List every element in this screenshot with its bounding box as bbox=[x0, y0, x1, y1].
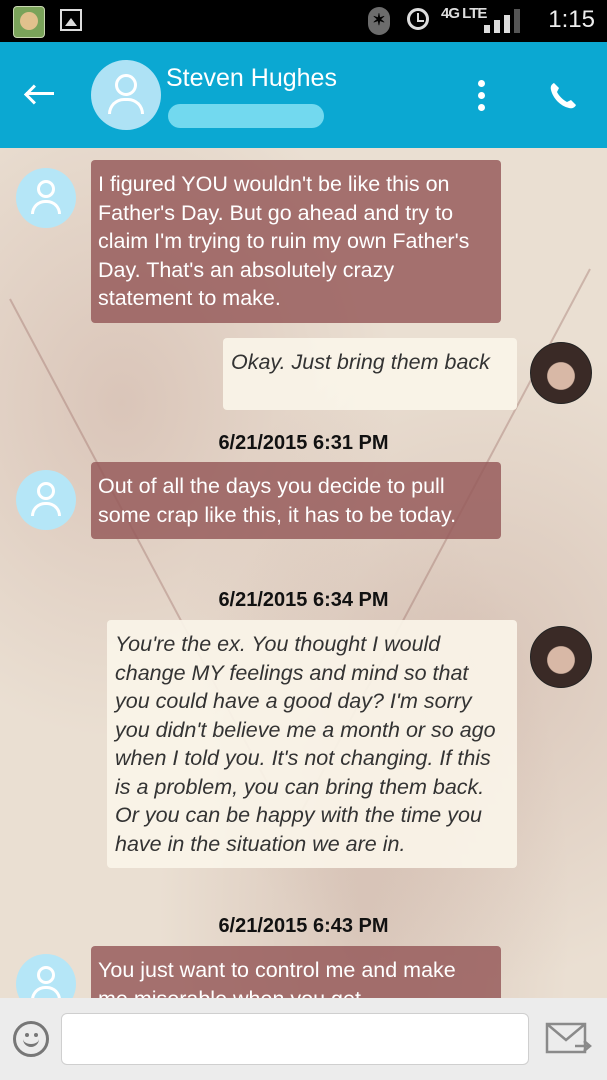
arrow-left-icon[interactable] bbox=[23, 76, 58, 110]
envelope-send-icon[interactable] bbox=[545, 1020, 593, 1058]
contact-avatar-small[interactable] bbox=[16, 954, 76, 998]
message-input[interactable] bbox=[61, 1013, 529, 1065]
outgoing-message[interactable]: You're the ex. You thought I would chang… bbox=[107, 620, 517, 868]
message-timestamp: 6/21/2015 6:34 PM bbox=[218, 589, 389, 611]
incoming-message[interactable]: Out of all the days you decide to pull s… bbox=[91, 462, 501, 539]
conversation-header: Steven Hughes bbox=[0, 42, 607, 148]
phone-icon[interactable] bbox=[547, 80, 579, 112]
status-bar: ✶ 4G LTE 1:15 bbox=[0, 0, 607, 42]
contact-avatar-small[interactable] bbox=[16, 168, 76, 228]
alarm-icon bbox=[407, 8, 429, 30]
message-timestamp: 6/21/2015 6:43 PM bbox=[218, 915, 389, 937]
contact-avatar[interactable] bbox=[91, 60, 161, 130]
redacted-phone-number bbox=[168, 104, 324, 128]
contact-name: Steven Hughes bbox=[166, 64, 337, 92]
clock: 1:15 bbox=[548, 6, 595, 33]
gallery-notification-icon bbox=[60, 9, 82, 31]
user-avatar[interactable] bbox=[530, 342, 592, 404]
contact-avatar-small[interactable] bbox=[16, 470, 76, 530]
notification-app-icon bbox=[13, 6, 45, 38]
incoming-message[interactable]: You just want to control me and make me … bbox=[91, 946, 501, 998]
kebab-menu-icon[interactable] bbox=[476, 78, 486, 114]
message-composer bbox=[0, 998, 607, 1080]
bluetooth-icon: ✶ bbox=[368, 7, 390, 35]
message-thread[interactable]: I figured YOU wouldn't be like this on F… bbox=[0, 148, 607, 998]
incoming-message[interactable]: I figured YOU wouldn't be like this on F… bbox=[91, 160, 501, 323]
message-timestamp: 6/21/2015 6:31 PM bbox=[218, 432, 389, 454]
signal-strength-icon bbox=[478, 9, 536, 33]
outgoing-message[interactable]: Okay. Just bring them back bbox=[223, 338, 517, 410]
smiley-icon[interactable] bbox=[13, 1021, 49, 1057]
user-avatar[interactable] bbox=[530, 626, 592, 688]
